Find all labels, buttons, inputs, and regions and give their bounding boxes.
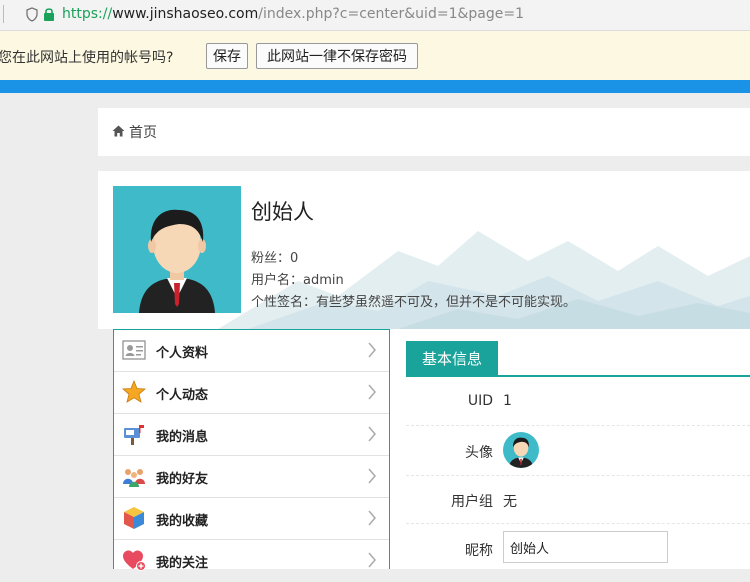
- breadcrumb: 首页: [98, 108, 750, 156]
- group-value: 无: [503, 494, 517, 510]
- chevron-right-icon: [368, 468, 376, 484]
- profile-avatar: [113, 186, 241, 313]
- chevron-right-icon: [368, 342, 376, 358]
- url-host: www.jinshaoseo.com: [112, 6, 259, 22]
- mailbox-icon: [124, 425, 144, 445]
- uid-value: 1: [503, 393, 512, 409]
- chevron-right-icon: [368, 426, 376, 442]
- profile-signature: 个性签名：有些梦虽然遥不可及，但并不是不可能实现。: [251, 295, 577, 310]
- chevron-right-icon: [368, 510, 376, 526]
- star-icon: [122, 380, 146, 403]
- user-avatar-icon: [508, 437, 534, 468]
- home-icon: [112, 125, 125, 137]
- menu-item-following[interactable]: 我的关注: [114, 540, 389, 582]
- profile-username: 用户名：admin: [251, 273, 344, 288]
- menu-item-label: 我的好友: [156, 472, 209, 487]
- menu-item-activity[interactable]: 个人动态: [114, 372, 389, 414]
- menu-item-label: 我的关注: [156, 556, 209, 571]
- site-top-bar: [0, 80, 750, 93]
- small-avatar[interactable]: [503, 432, 539, 468]
- avatar-row: [406, 425, 750, 476]
- menu-item-label: 个人动态: [156, 388, 209, 403]
- id-card-icon: [122, 340, 146, 360]
- profile-name: 创始人: [251, 200, 314, 224]
- cube-icon: [124, 507, 144, 529]
- profile-fans: 粉丝：0: [251, 251, 299, 266]
- shield-icon[interactable]: [26, 7, 38, 22]
- url-path: /index.php?c=center&uid=1&page=1: [258, 6, 524, 22]
- friends-icon: [123, 469, 145, 487]
- user-avatar-icon: [139, 209, 215, 313]
- address-bar[interactable]: https://www.jinshaoseo.com/index.php?c=c…: [0, 0, 750, 31]
- uid-row: [406, 377, 750, 426]
- save-password-bar: 您在此网站上使用的帐号吗? 保存 此网站一律不保存密码: [0, 31, 750, 81]
- avatar-label: 头像: [465, 445, 493, 461]
- lock-icon[interactable]: [43, 7, 55, 22]
- menu-item-profile[interactable]: 个人资料: [114, 330, 389, 372]
- menu-item-messages[interactable]: 我的消息: [114, 414, 389, 456]
- nickname-label: 昵称: [465, 543, 493, 559]
- tab-basic-info[interactable]: 基本信息: [406, 341, 498, 377]
- url-text[interactable]: https://www.jinshaoseo.com/index.php?c=c…: [62, 6, 524, 22]
- menu-item-label: 我的消息: [156, 430, 209, 445]
- chevron-right-icon: [368, 384, 376, 400]
- basic-info-panel: 基本信息 UID 1 头像 用户组 无 昵称: [390, 329, 750, 569]
- nickname-input[interactable]: [503, 531, 668, 563]
- url-scheme: https://: [62, 6, 113, 22]
- menu-item-label: 个人资料: [156, 346, 209, 361]
- menu-item-favorites[interactable]: 我的收藏: [114, 498, 389, 540]
- never-save-button[interactable]: 此网站一律不保存密码: [256, 43, 418, 69]
- menu-item-friends[interactable]: 我的好友: [114, 456, 389, 498]
- user-center-menu: 个人资料 个人动态 我的消息 我的好友 我的收藏 我的关注: [113, 329, 390, 571]
- menu-item-label: 我的收藏: [156, 514, 209, 529]
- group-label: 用户组: [451, 494, 493, 510]
- save-password-question: 您在此网站上使用的帐号吗?: [0, 50, 174, 66]
- breadcrumb-home-link[interactable]: 首页: [129, 122, 157, 142]
- profile-banner: 创始人 粉丝：0 用户名：admin 个性签名：有些梦虽然遥不可及，但并不是不可…: [98, 171, 750, 329]
- save-password-button[interactable]: 保存: [206, 43, 248, 69]
- uid-label: UID: [467, 393, 493, 409]
- chevron-right-icon: [368, 552, 376, 568]
- heart-plus-icon: [123, 550, 146, 571]
- toolbar-divider: [0, 5, 4, 23]
